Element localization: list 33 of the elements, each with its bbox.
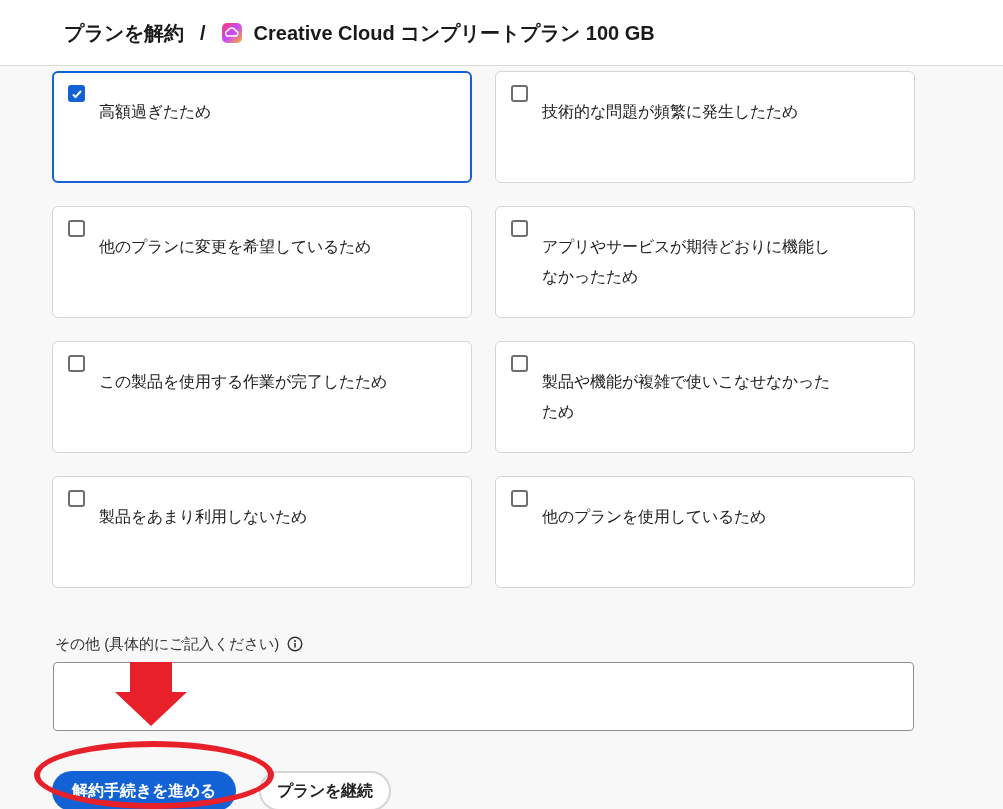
app-logo-icon — [221, 22, 242, 43]
reason-option[interactable]: 製品をあまり利用しないため — [52, 476, 472, 588]
field-label: その他 (具体的にご記入ください) — [55, 634, 280, 654]
checkbox[interactable] — [68, 355, 85, 372]
reason-option[interactable]: 技術的な問題が頻繁に発生したため — [495, 71, 915, 183]
keep-plan-button[interactable]: プランを継続 — [259, 770, 391, 809]
checkbox[interactable] — [511, 490, 528, 507]
reason-option[interactable]: アプリやサービスが期待どおりに機能しなかったため — [495, 206, 915, 318]
reason-option[interactable]: 製品や機能が複雑で使いこなせなかったため — [495, 341, 915, 453]
option-label: 製品や機能が複雑で使いこなせなかったため — [542, 372, 831, 422]
info-icon — [287, 636, 304, 653]
option-label: 他のプランに変更を希望しているため — [99, 237, 371, 257]
reason-option[interactable]: 高額過ぎたため — [52, 71, 472, 183]
option-label: この製品を使用する作業が完了したため — [99, 372, 387, 392]
breadcrumb-separator: / — [199, 20, 207, 46]
checkbox[interactable] — [68, 220, 85, 237]
reason-option[interactable]: この製品を使用する作業が完了したため — [52, 341, 472, 453]
reason-option[interactable]: 他のプランに変更を希望しているため — [52, 206, 472, 318]
checkbox[interactable] — [68, 85, 85, 102]
checkbox[interactable] — [511, 85, 528, 102]
option-label: 技術的な問題が頻繁に発生したため — [542, 102, 798, 122]
option-label: アプリやサービスが期待どおりに機能しなかったため — [542, 237, 831, 287]
page-title: プランを解約 — [64, 20, 184, 46]
option-label: 製品をあまり利用しないため — [99, 507, 307, 527]
checkbox[interactable] — [511, 355, 528, 372]
product-name: Creative Cloud コンプリートプラン 100 GB — [253, 20, 655, 46]
reason-option[interactable]: 他のプランを使用しているため — [495, 476, 915, 588]
checkbox[interactable] — [511, 220, 528, 237]
option-label: 他のプランを使用しているため — [542, 507, 766, 527]
option-label: 高額過ぎたため — [99, 102, 211, 122]
text-area[interactable] — [53, 661, 914, 731]
annotation-arrow-icon — [115, 662, 187, 726]
checkbox[interactable] — [68, 490, 85, 507]
